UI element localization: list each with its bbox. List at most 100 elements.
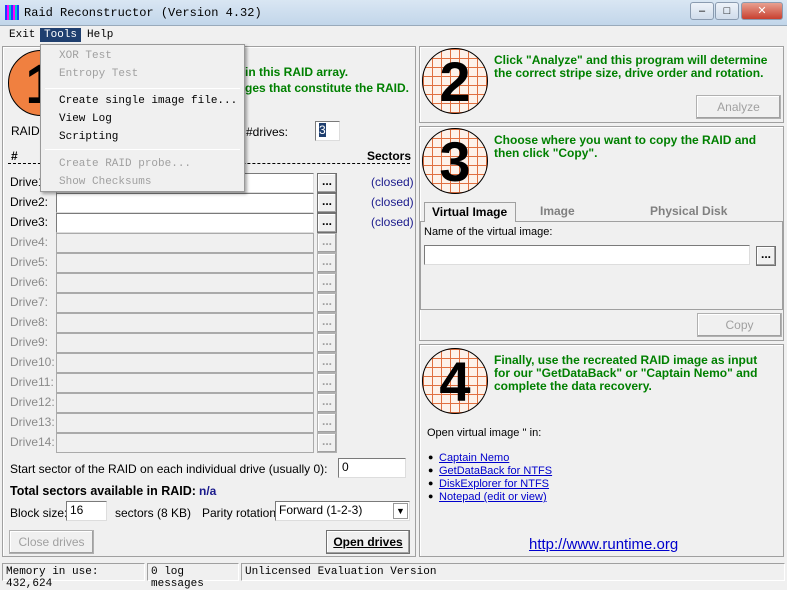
drives-count-input[interactable]: 3 xyxy=(315,121,340,141)
drive-path-input[interactable] xyxy=(56,413,314,433)
drive-path-input[interactable] xyxy=(56,353,314,373)
status-log-count: 0 log messages xyxy=(147,563,239,590)
browse-drive-button[interactable]: ... xyxy=(317,293,337,313)
drive-path-input[interactable] xyxy=(56,213,314,233)
menu-item[interactable]: Scripting xyxy=(59,131,118,143)
open-virtual-image-label: Open virtual image '' in: xyxy=(427,427,542,439)
drive-path-input[interactable] xyxy=(56,253,314,273)
minimize-button[interactable]: – xyxy=(690,2,714,20)
browse-drive-button[interactable]: ... xyxy=(317,333,337,353)
close-drives-button[interactable]: Close drives xyxy=(9,530,94,554)
browse-drive-button[interactable]: ... xyxy=(317,393,337,413)
drive-label: Drive8: xyxy=(10,315,49,329)
close-window-button[interactable]: ✕ xyxy=(741,2,783,20)
drive-path-input[interactable] xyxy=(56,393,314,413)
drive-label: Drive7: xyxy=(10,295,49,309)
drive-path-input[interactable] xyxy=(56,233,314,253)
step3-text-line2: then click "Copy". xyxy=(494,146,598,160)
drive-label: Drive6: xyxy=(10,275,49,289)
step4-badge: 4 xyxy=(422,348,488,414)
runtime-website-link[interactable]: http://www.runtime.org xyxy=(529,536,678,553)
tab-virtual-image-label: Virtual Image xyxy=(432,205,508,219)
browse-virtual-image-button[interactable]: ... xyxy=(756,246,776,266)
step4-text-line3: complete the data recovery. xyxy=(494,379,652,393)
menu-exit[interactable]: Exit xyxy=(5,28,39,42)
analyze-button[interactable]: Analyze xyxy=(696,95,781,119)
parity-rotation-label: Parity rotation: xyxy=(202,506,280,520)
browse-drive-button[interactable]: ... xyxy=(317,233,337,253)
parity-rotation-value: Forward (1-2-3) xyxy=(279,503,363,517)
block-size-label: Block size: xyxy=(10,506,68,520)
column-sectors: Sectors xyxy=(367,149,412,163)
chevron-down-icon[interactable]: ▼ xyxy=(393,503,408,519)
drive-path-input[interactable] xyxy=(56,193,314,213)
menu-item[interactable]: Entropy Test xyxy=(59,68,138,80)
step2-text-line2: the correct stripe size, drive order and… xyxy=(494,66,764,80)
drive-path-input[interactable] xyxy=(56,433,314,453)
bullet-icon: ● xyxy=(428,452,434,462)
browse-drive-button[interactable]: ... xyxy=(317,213,337,233)
step1-text-line1: in this RAID array. xyxy=(245,65,349,79)
drive-path-input[interactable] xyxy=(56,333,314,353)
bullet-icon: ● xyxy=(428,465,434,475)
menu-item[interactable]: XOR Test xyxy=(59,50,112,62)
drive-label: Drive5: xyxy=(10,255,49,269)
menu-item[interactable]: View Log xyxy=(59,113,112,125)
open-drives-button[interactable]: Open drives xyxy=(326,530,410,554)
start-sector-input[interactable]: 0 xyxy=(338,458,406,478)
browse-drive-button[interactable]: ... xyxy=(317,353,337,373)
total-sectors-label: Total sectors available in RAID: xyxy=(10,484,196,498)
window-title: Raid Reconstructor (Version 4.32) xyxy=(24,6,262,20)
step2-badge: 2 xyxy=(422,48,488,114)
total-sectors-value: n/a xyxy=(199,484,217,498)
drive-path-input[interactable] xyxy=(56,373,314,393)
tab-virtual-image[interactable]: Virtual Image xyxy=(424,202,516,222)
browse-drive-button[interactable]: ... xyxy=(317,193,337,213)
menu-help[interactable]: Help xyxy=(83,28,117,42)
menu-item[interactable]: Create RAID probe... xyxy=(59,158,191,170)
browse-drive-button[interactable]: ... xyxy=(317,373,337,393)
app-icon xyxy=(5,5,19,20)
menu-item[interactable]: Create single image file... xyxy=(59,95,237,107)
menu-item[interactable]: Show Checksums xyxy=(59,176,151,188)
drives-count-value: 3 xyxy=(319,123,326,137)
browse-drive-button[interactable]: ... xyxy=(317,173,337,193)
copy-button[interactable]: Copy xyxy=(697,313,782,337)
maximize-button[interactable]: □ xyxy=(715,2,739,20)
browse-drive-button[interactable]: ... xyxy=(317,413,337,433)
bullet-icon: ● xyxy=(428,491,434,501)
open-in-link[interactable]: Captain Nemo xyxy=(439,452,509,464)
browse-drive-button[interactable]: ... xyxy=(317,273,337,293)
sectors-kb-label: sectors (8 KB) xyxy=(115,506,192,520)
drive-path-input[interactable] xyxy=(56,313,314,333)
menu-bar xyxy=(0,26,787,45)
browse-drive-button[interactable]: ... xyxy=(317,433,337,453)
drive-label: Drive4: xyxy=(10,235,49,249)
open-in-link[interactable]: Notepad (edit or view) xyxy=(439,491,547,503)
drive-label: Drive10: xyxy=(10,355,55,369)
drive-label: Drive13: xyxy=(10,415,55,429)
drive-path-input[interactable] xyxy=(56,273,314,293)
tab-physical-disk[interactable]: Physical Disk xyxy=(650,204,727,218)
drive-label: Drive2: xyxy=(10,195,49,209)
menu-separator xyxy=(45,149,240,150)
virtual-image-name-input[interactable] xyxy=(424,245,750,265)
status-license: Unlicensed Evaluation Version xyxy=(241,563,785,581)
block-size-input[interactable]: 16 xyxy=(66,501,107,521)
browse-drive-button[interactable]: ... xyxy=(317,313,337,333)
open-in-link[interactable]: GetDataBack for NTFS xyxy=(439,465,552,477)
raid-label: RAID xyxy=(11,124,40,138)
step3-badge: 3 xyxy=(422,128,488,194)
menu-tools[interactable]: Tools xyxy=(40,28,82,42)
bullet-icon: ● xyxy=(428,478,434,488)
drive-status: (closed) xyxy=(371,215,414,229)
drive-label: Drive11: xyxy=(10,375,54,389)
column-number: # xyxy=(11,149,18,163)
open-in-link[interactable]: DiskExplorer for NTFS xyxy=(439,478,549,490)
menu-separator xyxy=(45,88,240,89)
parity-rotation-select[interactable]: Forward (1-2-3) ▼ xyxy=(275,501,410,521)
tab-image[interactable]: Image xyxy=(540,204,575,218)
tools-dropdown-menu: XOR Test Entropy Test Create single image … xyxy=(40,44,245,192)
browse-drive-button[interactable]: ... xyxy=(317,253,337,273)
drive-path-input[interactable] xyxy=(56,293,314,313)
